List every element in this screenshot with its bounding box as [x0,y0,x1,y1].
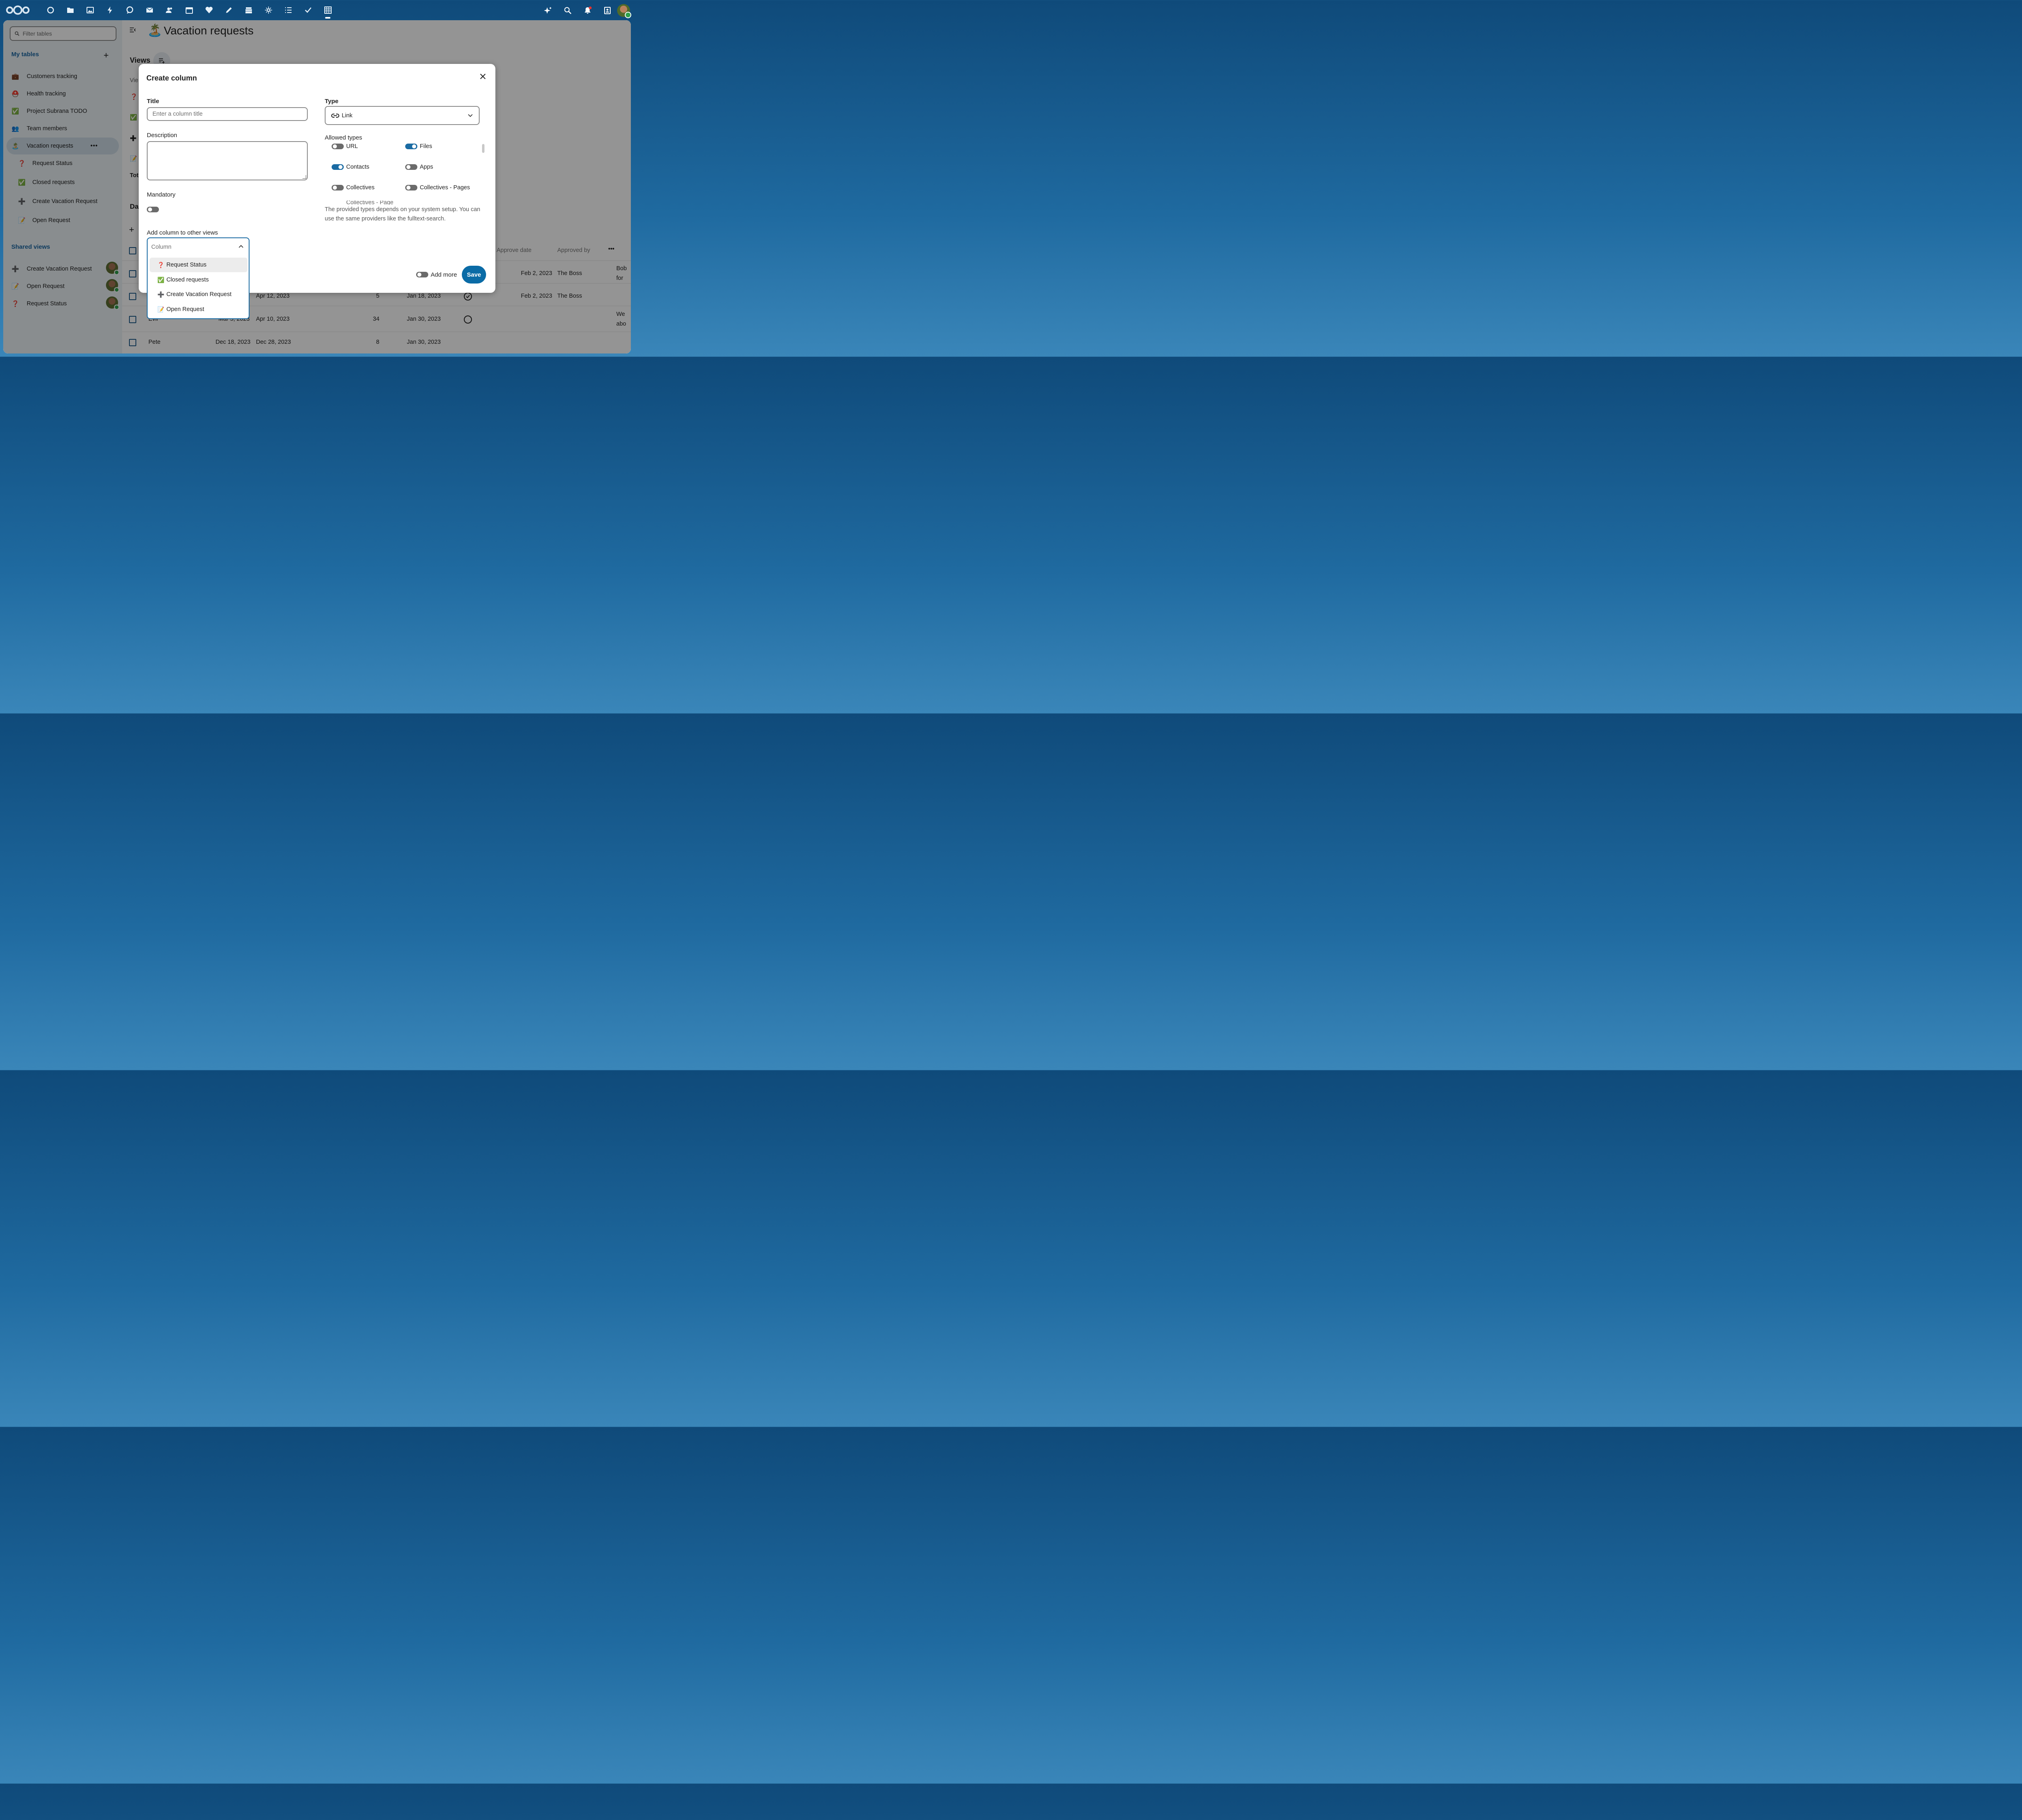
resize-grip-icon[interactable] [302,175,306,179]
check-emoji-icon: ✅ [157,276,165,283]
mandatory-label: Mandatory [147,191,176,198]
add-to-views-select[interactable]: Column ❓ Request Status ✅ Closed requests … [147,237,250,319]
tables-icon[interactable] [318,5,338,19]
health-icon[interactable] [199,5,219,15]
option-label: Closed requests [166,277,209,283]
plus-emoji-icon: ➕ [157,291,165,298]
notification-dot [589,6,592,9]
view-option-create-vacation-request[interactable]: ➕ Create Vacation Request [150,287,247,302]
save-button[interactable]: Save [462,266,486,284]
mandatory-toggle[interactable] [147,207,159,212]
option-label: Create Vacation Request [166,291,232,298]
add-more-toggle[interactable] [416,272,428,277]
contacts-menu-icon[interactable] [597,4,617,17]
add-to-views-label: Add column to other views [147,229,218,236]
header-right [538,4,631,18]
photos-icon[interactable] [80,5,100,15]
deck-icon[interactable] [239,5,258,15]
activity-icon[interactable] [100,5,120,15]
contacts-toggle[interactable] [332,164,344,170]
url-label: URL [346,143,358,150]
view-option-open-request[interactable]: 📝 Open Request [150,302,247,317]
search-icon[interactable] [558,4,577,17]
files-label: Files [420,143,432,150]
type-label: Type [325,98,338,105]
top-bar [0,0,634,20]
contacts-label: Contacts [346,164,370,170]
assistant-sparkle-icon[interactable] [538,4,558,17]
talk-icon[interactable] [120,5,140,15]
close-icon[interactable] [478,71,488,82]
calendar-icon[interactable] [179,5,199,15]
add-more-label: Add more [431,271,457,278]
chevron-up-icon [239,245,243,248]
create-column-dialog: Create column Title Enter a column title… [139,64,495,319]
column-type-select[interactable]: Link [325,106,480,125]
description-textarea[interactable] [147,141,308,180]
option-label: Request Status [166,262,207,268]
description-label: Description [147,132,178,139]
apps-label: Apps [420,164,434,170]
title-placeholder: Enter a column title [152,111,203,117]
dialog-title: Create column [146,74,197,82]
column-placeholder: Column [151,244,171,250]
option-label: Open Request [166,306,204,313]
allowed-types-help-text: The provided types depends on your syste… [325,206,480,222]
allowed-types-label: Allowed types [325,134,362,141]
online-status-indicator [625,12,631,18]
view-option-request-status[interactable]: ❓ Request Status [150,258,247,272]
tasks-list-icon[interactable] [278,5,298,15]
view-option-closed-requests[interactable]: ✅ Closed requests [150,273,247,287]
title-label: Title [147,98,159,105]
notifications-bell-icon[interactable] [577,4,597,17]
link-icon [331,113,339,118]
integrations-icon[interactable] [258,5,278,15]
column-title-input[interactable]: Enter a column title [147,107,308,121]
mail-icon[interactable] [140,5,159,15]
question-emoji-icon: ❓ [157,261,165,268]
cut-off-type-label: Collectives - Page [346,201,393,205]
collectives-toggle[interactable] [332,185,344,190]
collectives-label: Collectives [346,184,375,191]
files-toggle[interactable] [405,144,417,149]
type-value: Link [342,112,353,119]
user-avatar[interactable] [617,4,631,18]
url-toggle[interactable] [332,144,344,149]
collectives-pages-label: Collectives - Pages [420,184,470,191]
checks-icon[interactable] [298,5,318,15]
dashboard-icon[interactable] [40,5,60,15]
notes-icon[interactable] [219,5,239,15]
app-menu [40,5,338,19]
collectives-pages-toggle[interactable] [405,185,417,190]
allowed-types-scrollbar[interactable] [482,144,484,153]
files-icon[interactable] [60,5,80,15]
memo-emoji-icon: 📝 [157,306,165,313]
chevron-down-icon [468,114,473,117]
apps-toggle[interactable] [405,164,417,170]
contacts-icon[interactable] [159,5,179,15]
nextcloud-logo[interactable] [6,5,30,15]
